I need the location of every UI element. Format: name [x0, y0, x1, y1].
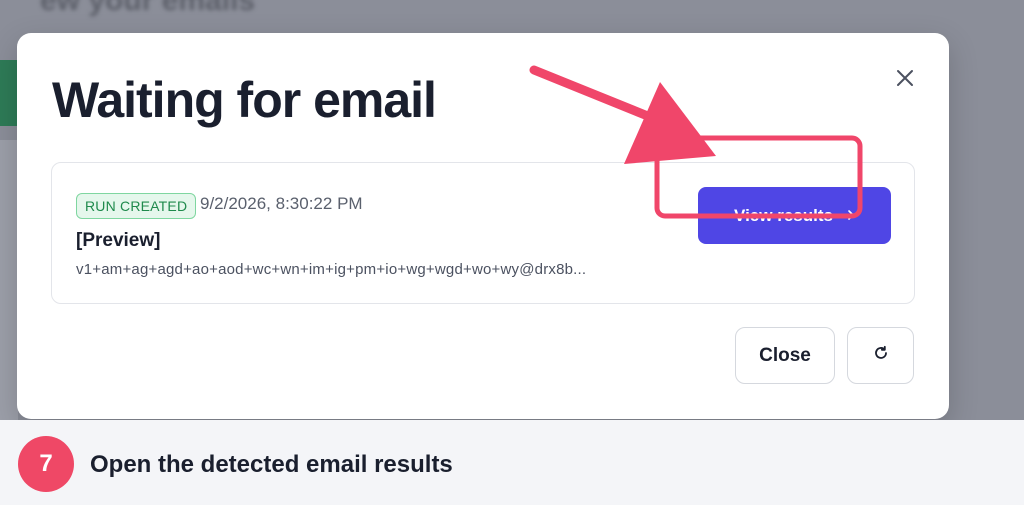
step-instruction: Open the detected email results: [90, 451, 453, 478]
step-number-badge: 7: [18, 436, 74, 492]
arrow-right-icon: [841, 206, 855, 226]
run-timestamp: 9/2/2026, 8:30:22 PM: [200, 194, 363, 213]
run-email-address: v1+am+ag+agd+ao+aod+wc+wn+im+ig+pm+io+wg…: [76, 261, 587, 278]
refresh-button[interactable]: [847, 327, 914, 384]
view-results-button[interactable]: View results: [698, 187, 891, 244]
background-heading: ew your emails: [40, 0, 256, 17]
waiting-for-email-dialog: Waiting for email RUN CREATED 9/2/2026, …: [17, 33, 949, 419]
close-icon[interactable]: [890, 63, 920, 93]
background-panel-edge: [0, 140, 18, 420]
run-name: [Preview]: [76, 230, 161, 251]
status-badge: RUN CREATED: [76, 193, 197, 219]
step-caption-bar: 7 Open the detected email results: [0, 420, 1024, 505]
run-card: RUN CREATED 9/2/2026, 8:30:22 PM [Previe…: [51, 162, 915, 304]
view-results-label: View results: [734, 205, 833, 225]
background-green-block: [0, 60, 18, 126]
dialog-title: Waiting for email: [52, 72, 437, 128]
close-button[interactable]: Close: [735, 327, 835, 384]
refresh-icon: [873, 345, 889, 366]
